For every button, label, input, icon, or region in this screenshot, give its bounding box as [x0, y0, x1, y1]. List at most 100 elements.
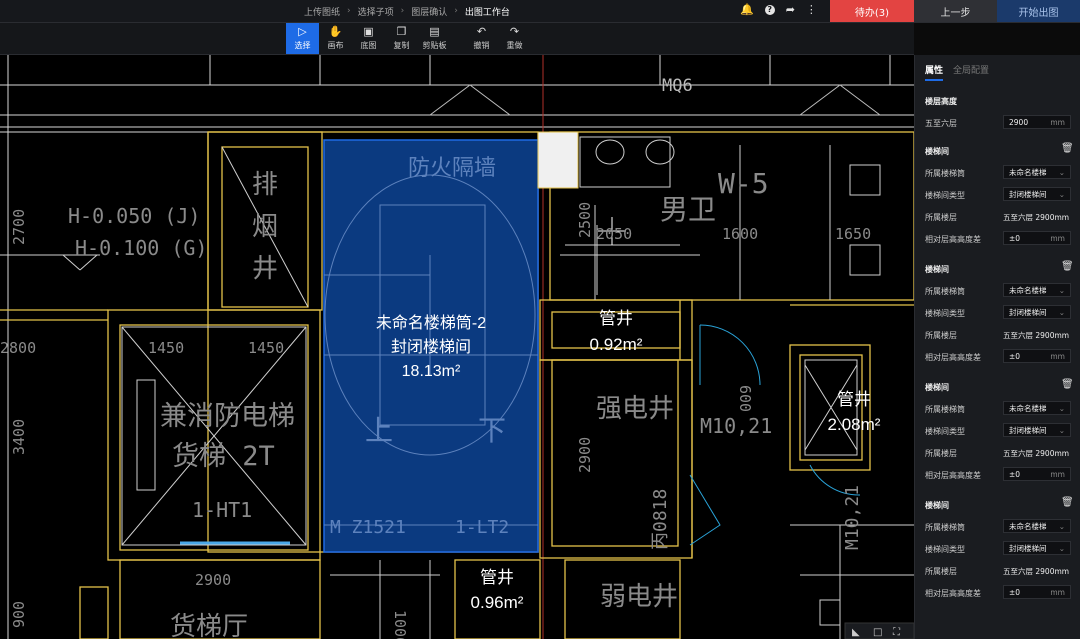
type-select[interactable]: 封闭楼梯间 ⌄: [1003, 541, 1071, 555]
fullscreen-icon[interactable]: ⛶: [892, 627, 901, 638]
type-label: 楼梯间类型: [925, 427, 965, 436]
input-value: ±0: [1009, 587, 1021, 597]
cad-label-lt2: 1-LT2: [455, 517, 509, 538]
tool-label: 复制: [393, 41, 410, 50]
belongs-select[interactable]: 未命名楼梯 ⌄: [1003, 401, 1071, 415]
chevron-right-icon: ›: [400, 6, 405, 16]
input-value: ±0: [1009, 233, 1021, 243]
floor-label: 所属楼层: [925, 567, 957, 576]
tool-base-map[interactable]: ▣ 底图: [352, 23, 385, 54]
type-label: 楼梯间类型: [925, 309, 965, 318]
tool-clipboard[interactable]: ▤ 剪贴板: [418, 23, 451, 54]
belongs-label: 所属楼梯筒: [925, 169, 965, 178]
rel-height-input[interactable]: ±0 mm: [1003, 467, 1071, 481]
select-value: 封闭楼梯间: [1009, 425, 1047, 435]
input-value: ±0: [1009, 351, 1021, 361]
pipe-well-3-name: 管井: [480, 568, 514, 587]
chevron-down-icon: ⌄: [1058, 521, 1065, 531]
trash-icon[interactable]: 🗑: [1061, 143, 1074, 154]
cad-label-down: 下: [478, 414, 506, 447]
cad-label-m1021b: M10,21: [842, 485, 863, 550]
type-select[interactable]: 封闭楼梯间 ⌄: [1003, 305, 1071, 319]
select-value: 未命名楼梯: [1009, 285, 1047, 295]
pending-button[interactable]: 待办(3): [830, 0, 914, 22]
type-select[interactable]: 封闭楼梯间 ⌄: [1003, 187, 1071, 201]
cad-label-d3400: 3400: [10, 419, 28, 455]
cad-label-w5: W-5: [718, 167, 769, 200]
rel-height-input[interactable]: ±0 mm: [1003, 231, 1071, 245]
bell-icon[interactable]: 🔔: [740, 3, 754, 16]
canvas-view-controls[interactable]: ◣ □ ⛶: [844, 622, 914, 639]
previous-step-button[interactable]: 上一步: [914, 0, 997, 22]
type-label: 楼梯间类型: [925, 545, 965, 554]
cad-label-d1600: 1600: [722, 225, 758, 243]
tool-undo[interactable]: ↶ 撤销: [465, 23, 498, 54]
unit-label: mm: [1050, 351, 1065, 361]
cad-label-d1000: 1000: [391, 610, 409, 639]
floor-height-input[interactable]: 2900 mm: [1003, 115, 1071, 129]
cad-label-strong: 强电井: [596, 394, 674, 424]
tool-redo[interactable]: ↷ 重做: [498, 23, 531, 54]
tool-copy[interactable]: ❐ 复制: [385, 23, 418, 54]
tab-properties[interactable]: 属性: [925, 63, 944, 81]
tool-group: ▷ 选择 ✋ 画布 ▣ 底图 ❐ 复制 ▤ 剪贴板 ↶ 撤销 ↷ 重做: [286, 23, 531, 54]
select-value: 封闭楼梯间: [1009, 307, 1047, 317]
step-upload[interactable]: 上传图纸: [300, 5, 344, 18]
belongs-select[interactable]: 未命名楼梯 ⌄: [1003, 519, 1071, 533]
cursor-icon: ▷: [298, 25, 307, 38]
square-icon[interactable]: □: [873, 627, 882, 638]
cad-label-firewall: 防火隔墙: [408, 156, 496, 181]
cad-label-h1: H-0.050 (J): [68, 204, 200, 228]
copy-icon: ❐: [396, 25, 407, 38]
select-value: 封闭楼梯间: [1009, 189, 1047, 199]
cad-label-h2: H-0.100 (G): [75, 236, 207, 260]
floorplan-drawing[interactable]: MQ6 H-0.050 (J) H-0.100 (G) 排 烟 井 男卫 W-5…: [0, 55, 914, 639]
undo-icon: ↶: [476, 25, 487, 38]
start-drawing-button[interactable]: 开始出图: [997, 0, 1080, 22]
floor-height-floor: 五至六层: [925, 119, 957, 128]
type-select[interactable]: 封闭楼梯间 ⌄: [1003, 423, 1071, 437]
stairwell-1-title: 楼梯间: [925, 147, 949, 156]
chevron-down-icon: ⌄: [1058, 543, 1065, 553]
step-workbench[interactable]: 出图工作台: [461, 5, 514, 18]
panel-tabs: 属性 全局配置: [925, 63, 989, 81]
step-select-subitem[interactable]: 选择子项: [354, 5, 398, 18]
trash-icon[interactable]: 🗑: [1061, 379, 1074, 390]
cad-label-elevator-2: 货梯 2T: [172, 441, 275, 472]
room-name: 未命名楼梯筒-2: [376, 314, 486, 332]
step-layer-confirm[interactable]: 图层确认: [407, 5, 451, 18]
cad-label-male-wc: 男卫: [660, 193, 716, 226]
share-icon[interactable]: ➦: [786, 3, 795, 16]
cad-label-d2050: 2050: [596, 225, 632, 243]
rel-height-label: 相对层高高度差: [925, 471, 981, 480]
workflow-breadcrumb: 上传图纸 › 选择子项 › 图层确认 › 出图工作台: [300, 0, 514, 22]
cad-canvas[interactable]: MQ6 H-0.050 (J) H-0.100 (G) 排 烟 井 男卫 W-5…: [0, 55, 914, 639]
tool-label: 选择: [294, 41, 311, 50]
rel-height-input[interactable]: ±0 mm: [1003, 585, 1071, 599]
help-icon[interactable]: ?: [764, 5, 775, 15]
belongs-select[interactable]: 未命名楼梯 ⌄: [1003, 283, 1071, 297]
belongs-select[interactable]: 未命名楼梯 ⌄: [1003, 165, 1071, 179]
cad-label-d600: 600: [736, 385, 754, 412]
cad-label-freight: 货梯厅: [170, 612, 248, 639]
chevron-down-icon: ⌄: [1058, 167, 1065, 177]
top-icons: 🔔 ? ➦ ⋮: [740, 3, 817, 16]
tab-global-config[interactable]: 全局配置: [953, 63, 989, 81]
tool-canvas[interactable]: ✋ 画布: [319, 23, 352, 54]
room-area: 18.13m²: [402, 363, 461, 380]
chevron-down-icon: ⌄: [1058, 285, 1065, 295]
floor-label: 所属楼层: [925, 213, 957, 222]
corner-icon[interactable]: ◣: [852, 627, 860, 638]
select-value: 封闭楼梯间: [1009, 543, 1047, 553]
chevron-right-icon: ›: [347, 6, 351, 16]
room-type: 封闭楼梯间: [391, 338, 471, 356]
tool-select[interactable]: ▷ 选择: [286, 23, 319, 54]
more-icon[interactable]: ⋮: [806, 3, 817, 16]
rel-height-input[interactable]: ±0 mm: [1003, 349, 1071, 363]
cad-label-exhaust-1: 排: [252, 170, 278, 200]
trash-icon[interactable]: 🗑: [1061, 261, 1074, 272]
property-panel: 属性 全局配置 楼层高度 五至六层 2900 mm 楼梯间 🗑 所属楼梯筒 未命…: [914, 55, 1080, 639]
trash-icon[interactable]: 🗑: [1061, 497, 1074, 508]
chevron-down-icon: ⌄: [1058, 403, 1065, 413]
top-bar: 上传图纸 › 选择子项 › 图层确认 › 出图工作台 🔔 ? ➦ ⋮ 待办(3)…: [0, 0, 1080, 23]
